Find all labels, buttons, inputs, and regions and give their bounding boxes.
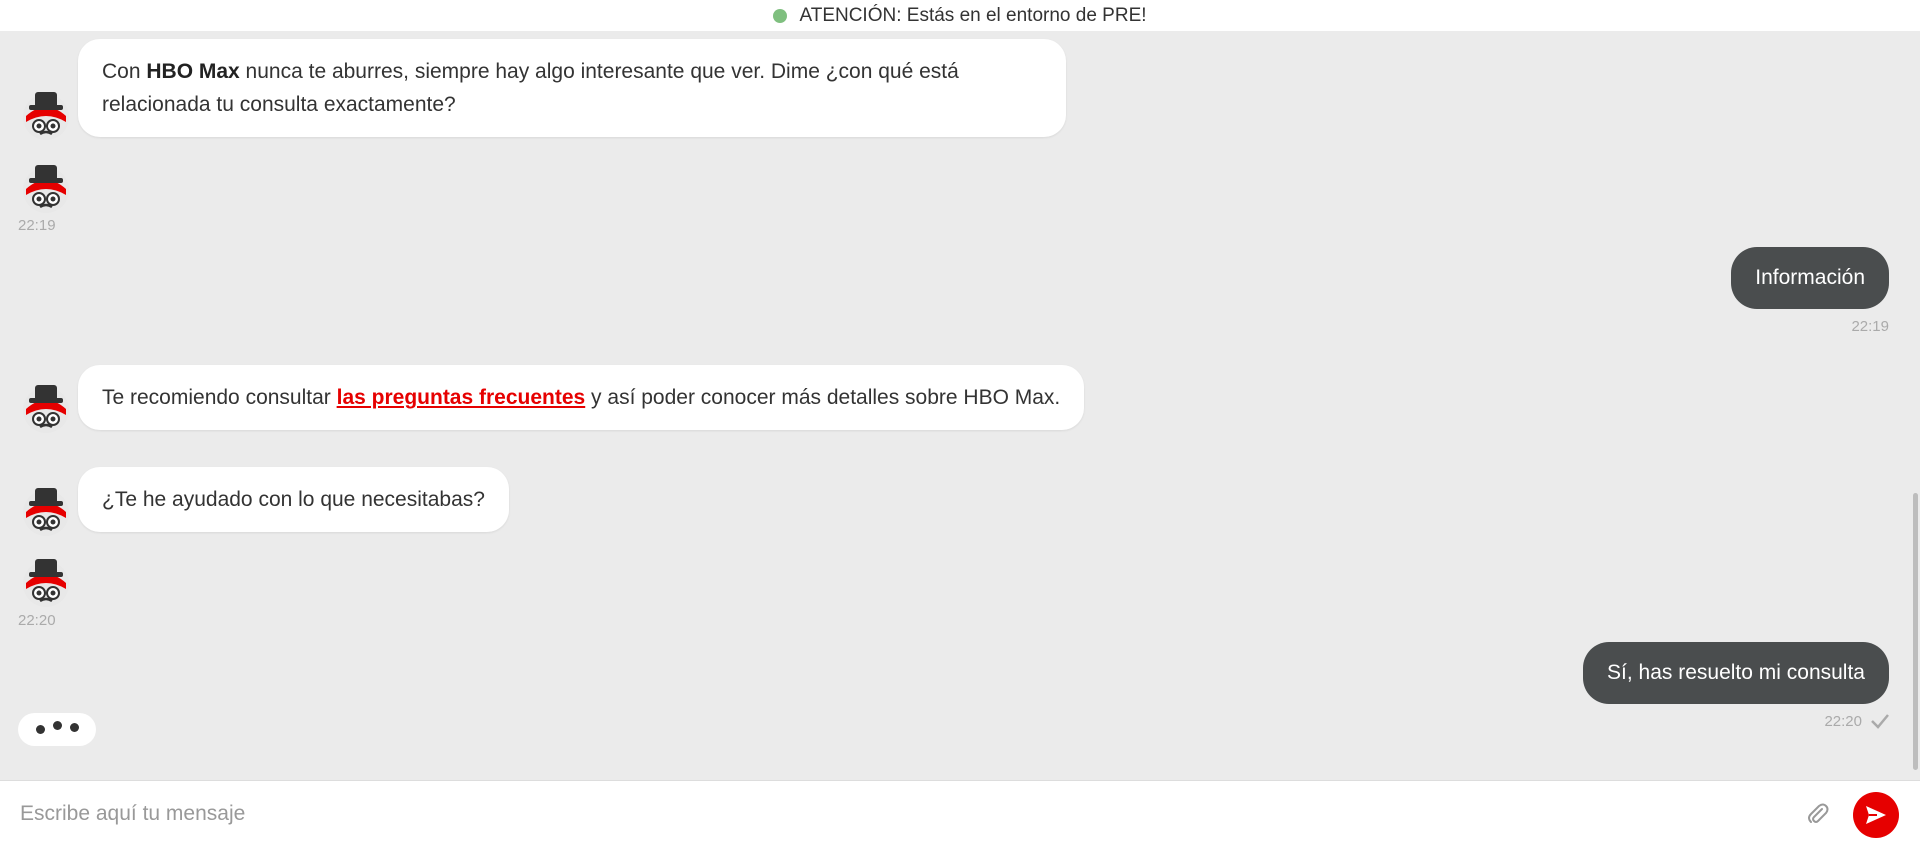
message-text: ¿Te he ayudado con lo que necesitabas? (102, 488, 485, 511)
message-text: Sí, has resuelto mi consulta (1607, 661, 1865, 684)
environment-banner: ATENCIÓN: Estás en el entorno de PRE! (0, 0, 1920, 31)
message-input[interactable] (20, 795, 1720, 833)
bot-avatar-icon (20, 484, 72, 536)
message-text: y así poder conocer más detalles sobre H… (585, 386, 1061, 409)
send-icon (1866, 806, 1886, 824)
bot-avatar-icon (20, 555, 72, 607)
typing-dot (69, 723, 79, 732)
send-button[interactable] (1853, 792, 1899, 838)
message-composer (0, 780, 1920, 846)
message-timestamp: 22:19 (18, 217, 56, 234)
bot-message: Te recomiendo consultar las preguntas fr… (78, 365, 1085, 430)
bot-message: Con HBO Max nunca te aburres, siempre ha… (78, 39, 1066, 137)
environment-banner-text: ATENCIÓN: Estás en el entorno de PRE! (799, 4, 1147, 26)
user-message: Sí, has resuelto mi consulta (1583, 642, 1889, 704)
typing-dot (35, 725, 45, 734)
message-text: Información (1755, 266, 1865, 289)
user-message: Información (1731, 247, 1889, 309)
message-timestamp: 22:20 (18, 612, 56, 629)
status-dot-icon (773, 8, 788, 23)
message-text: Con (102, 60, 147, 83)
message-timestamp: 22:20 (1824, 713, 1862, 730)
message-timestamp: 22:19 (1851, 318, 1889, 335)
paperclip-icon[interactable] (1804, 801, 1830, 827)
bot-message: ¿Te he ayudado con lo que necesitabas? (78, 467, 509, 532)
bot-avatar-icon (20, 381, 72, 433)
bot-avatar-icon (20, 88, 72, 140)
faq-link[interactable]: las preguntas frecuentes (337, 386, 586, 409)
scrollbar[interactable] (1913, 493, 1918, 770)
chat-area: Con HBO Max nunca te aburres, siempre ha… (0, 31, 1920, 780)
bot-avatar-icon (20, 161, 72, 213)
typing-dot (52, 721, 62, 730)
check-icon (1871, 714, 1889, 729)
typing-indicator (18, 713, 96, 746)
brand-name: HBO Max (146, 60, 240, 83)
message-text: Te recomiendo consultar (102, 386, 337, 409)
